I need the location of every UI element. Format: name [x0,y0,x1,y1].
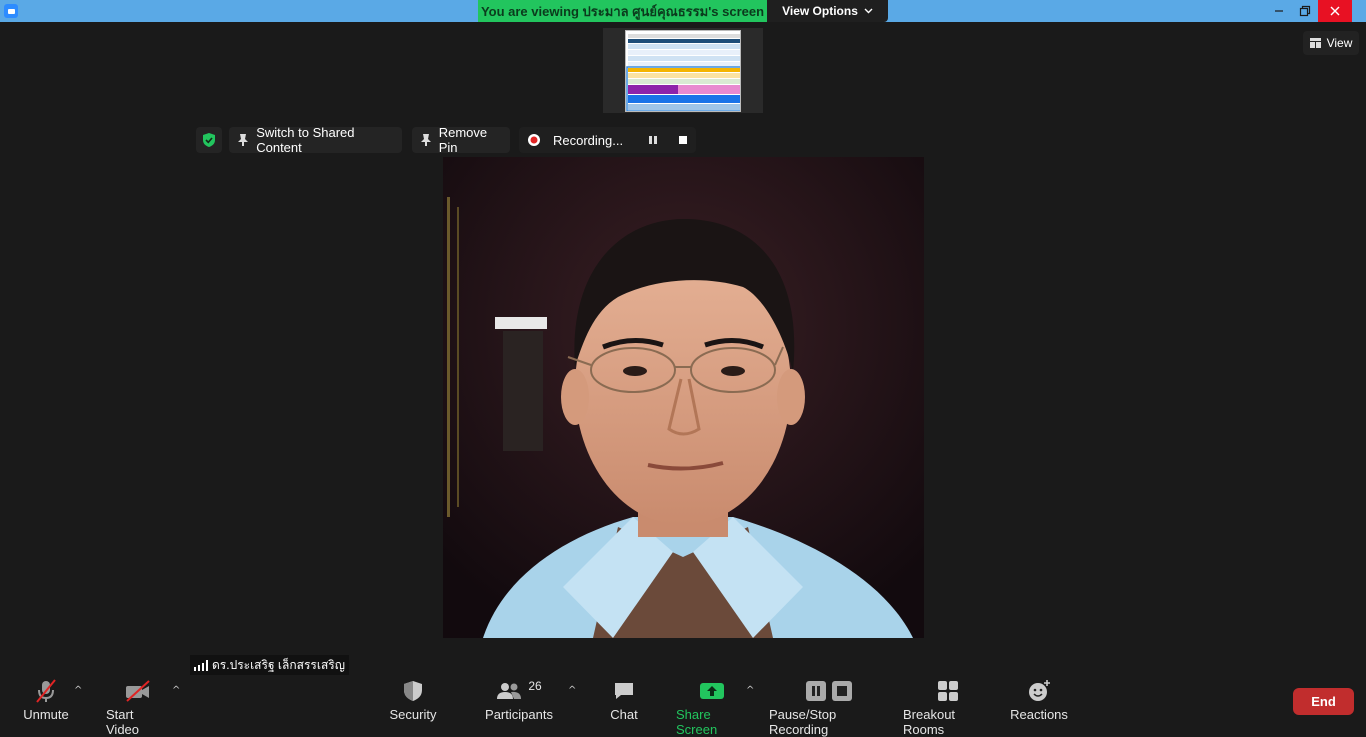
chat-bubble-icon [615,683,633,699]
pause-stop-label: Pause/Stop Recording [769,707,837,737]
chevron-down-icon [864,8,873,14]
stop-recording-icon [832,681,852,701]
participants-icon [497,683,522,699]
encryption-badge[interactable] [196,127,222,153]
video-options-caret[interactable]: ^ [172,685,180,696]
reactions-button[interactable]: Reactions [1010,675,1068,722]
chat-label: Chat [610,707,638,722]
reactions-smiley-icon [1029,680,1050,701]
security-button[interactable]: Security [389,675,437,722]
unmute-label: Unmute [23,707,69,722]
shared-document-preview [625,30,741,112]
close-window-button[interactable] [1318,0,1352,22]
unmute-button[interactable]: Unmute [22,675,70,722]
shared-screen-thumbnail[interactable] [603,28,763,113]
recording-label: Recording... [553,132,624,148]
stop-icon[interactable] [678,135,688,145]
chat-button[interactable]: Chat [606,675,642,722]
share-options-caret[interactable]: ^ [746,685,754,696]
grid-view-icon [1309,38,1321,48]
pause-icon[interactable] [648,135,658,145]
recording-indicator: Recording... [519,127,696,153]
view-label: View [1326,36,1353,50]
pause-recording-icon [806,681,826,701]
participants-count: 26 [528,679,542,693]
pinned-video-toolbar: Switch to Shared Content Remove Pin Reco… [196,125,696,155]
security-shield-icon [404,681,422,701]
recording-dot-icon [528,134,540,146]
share-screen-label: Share Screen [676,707,718,737]
security-label: Security [389,707,437,722]
start-video-label: Start Video [106,707,140,737]
end-meeting-button[interactable]: End [1293,688,1354,715]
microphone-muted-icon [36,679,56,703]
restore-button[interactable] [1290,0,1320,22]
participant-name: ดร.ประเสริฐ เล็กสรรเสริญ [212,657,345,672]
remove-pin-button[interactable]: Remove Pin [412,125,510,155]
participants-button[interactable]: 26 Participants [485,675,553,722]
breakout-label: Breakout Rooms [903,707,956,737]
participants-options-caret[interactable]: ^ [568,685,576,696]
participants-label: Participants [485,707,553,722]
audio-options-caret[interactable]: ^ [74,685,82,696]
view-layout-button[interactable]: View [1303,31,1359,55]
zoom-app-icon [4,4,18,18]
switch-label: Switch to Shared Content [256,125,355,155]
pin-icon [238,134,248,146]
document-thumbnail-graphic [626,31,740,111]
restore-icon [1299,5,1311,17]
switch-to-shared-content-button[interactable]: Switch to Shared Content [229,125,402,155]
minimize-icon [1275,10,1283,12]
viewing-banner: You are viewing ประมาล ศูนย์คุณธรรม's sc… [478,0,767,22]
reactions-label: Reactions [1010,707,1068,722]
share-screen-icon [700,683,724,699]
participant-video-frame [443,157,924,638]
video-camera-off-icon [126,680,150,702]
participant-video[interactable] [443,157,924,638]
meeting-controls-bar: Unmute ^ Start Video ^ Security 26 Parti… [0,675,1366,737]
pin-icon [421,134,431,146]
shield-check-icon [203,133,215,147]
participant-name-tag: ดร.ประเสริฐ เล็กสรรเสริญ [190,655,349,675]
breakout-rooms-icon [938,681,958,701]
signal-strength-icon [194,659,208,671]
close-icon [1330,6,1340,16]
remove-pin-label: Remove Pin [438,125,488,155]
view-options-button[interactable]: View Options [767,0,888,22]
view-options-label: View Options [782,4,858,18]
